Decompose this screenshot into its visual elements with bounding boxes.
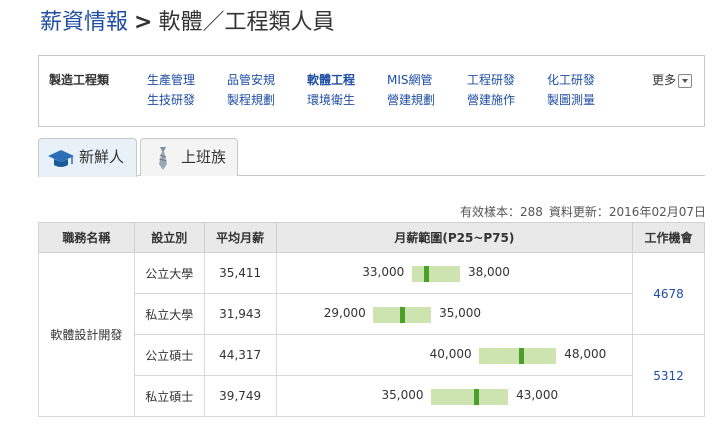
salary-table: 職務名稱 設立別 平均月薪 月薪範圍(P25~P75) 工作機會 軟體設計開發 … — [38, 222, 705, 417]
range-high-label: 43,000 — [516, 388, 559, 402]
table-row: 公立碩士 44,317 40,000 48,000 5312 — [39, 334, 705, 417]
col-opportunities: 工作機會 — [632, 222, 705, 253]
category-filter-panel: 製造工程類 生產管理 品管安規 軟體工程 MIS網管 工程研發 化工研發生技研發 製程規劃 環… — [38, 55, 705, 127]
range-median-marker — [424, 266, 430, 282]
breadcrumb-salary-link[interactable]: 薪資情報 — [40, 10, 128, 35]
update-date: 資料更新：2016年02月07日 — [548, 205, 706, 219]
range-high-label: 38,000 — [467, 265, 510, 279]
category-link[interactable]: 營建規劃 — [387, 91, 435, 108]
range-low-label: 35,000 — [381, 388, 424, 402]
table-row: 私立大學 31,943 29,000 35,000 — [39, 293, 705, 335]
avg-salary: 44,317 — [203, 334, 277, 376]
avg-salary: 35,411 — [203, 252, 277, 294]
category-link[interactable]: MIS網管 — [387, 71, 433, 88]
range-bar — [411, 266, 460, 282]
range-low-label: 29,000 — [323, 306, 366, 320]
salary-range: 29,000 35,000 — [275, 293, 634, 335]
range-low-label: 40,000 — [429, 347, 472, 361]
job-opportunities-link[interactable]: 4678 — [653, 287, 684, 301]
job-opportunities: 5312 — [632, 334, 705, 417]
range-bar — [431, 389, 509, 405]
salary-range: 33,000 38,000 — [275, 252, 634, 294]
range-high-label: 35,000 — [439, 306, 482, 320]
job-opportunities-link[interactable]: 5312 — [653, 369, 684, 383]
category-group-label: 製造工程類 — [49, 73, 110, 87]
current-category: 軟體／工程類人員 — [158, 10, 335, 35]
category-link[interactable]: 生產管理 — [147, 71, 195, 88]
category-link[interactable]: 工程研發 — [467, 71, 515, 88]
table-header-row: 職務名稱 設立別 平均月薪 月薪範圍(P25~P75) 工作機會 — [38, 222, 705, 253]
col-job: 職務名稱 — [38, 222, 135, 253]
avg-salary: 31,943 — [203, 293, 277, 335]
range-high-label: 48,000 — [564, 347, 607, 361]
chevron-down-icon[interactable] — [678, 73, 692, 88]
table-row: 軟體設計開發 公立大學 35,411 33,000 38,000 4678 — [38, 252, 705, 417]
col-avg: 平均月薪 — [203, 222, 277, 253]
tab-fresh-label: 新鮮人 — [79, 148, 125, 166]
category-link[interactable]: 品管安規 — [227, 71, 275, 88]
range-median-marker — [474, 389, 480, 405]
tab-worker-label: 上班族 — [181, 148, 227, 166]
col-school: 設立別 — [133, 222, 205, 253]
category-link[interactable]: 化工研發 — [547, 71, 595, 88]
category-link[interactable]: 製圖測量 — [547, 91, 595, 108]
salary-range: 35,000 43,000 — [275, 375, 634, 417]
school-type: 公立大學 — [133, 252, 205, 294]
tab-worker[interactable]: 上班族 — [140, 138, 238, 176]
more-categories-button[interactable]: 更多 — [652, 71, 692, 88]
school-type: 私立大學 — [133, 293, 205, 335]
category-link[interactable]: 生技研發 — [147, 91, 195, 108]
range-median-marker — [400, 307, 406, 323]
avg-salary: 39,749 — [203, 375, 277, 417]
job-opportunities: 4678 — [632, 252, 705, 335]
col-range: 月薪範圍(P25~P75) — [275, 222, 634, 253]
range-low-label: 33,000 — [362, 265, 405, 279]
category-link[interactable]: 製程規劃 — [227, 91, 275, 108]
tab-fresh-graduate[interactable]: 新鮮人 — [38, 138, 137, 177]
audience-tabs: 新鮮人 上班族 — [38, 138, 705, 177]
page-title: 薪資情報 > 軟體／工程類人員 — [40, 8, 334, 38]
category-link[interactable]: 環境衛生 — [307, 91, 355, 108]
table-row: 私立碩士 39,749 35,000 43,000 — [39, 375, 705, 417]
sample-count: 有效樣本：288 — [460, 205, 543, 219]
category-link[interactable]: 營建施作 — [467, 91, 515, 108]
salary-range: 40,000 48,000 — [275, 334, 634, 376]
necktie-icon — [159, 147, 167, 170]
graduation-cap-icon — [48, 150, 74, 167]
category-link[interactable]: 軟體工程 — [307, 71, 355, 88]
school-type: 公立碩士 — [133, 334, 205, 376]
job-title: 軟體設計開發 — [38, 252, 135, 417]
range-median-marker — [518, 348, 524, 364]
more-label: 更多 — [651, 73, 676, 87]
school-type: 私立碩士 — [133, 375, 205, 417]
breadcrumb-separator: > — [134, 10, 153, 35]
sample-info: 有效樣本：288 資料更新：2016年02月07日 — [454, 203, 706, 220]
